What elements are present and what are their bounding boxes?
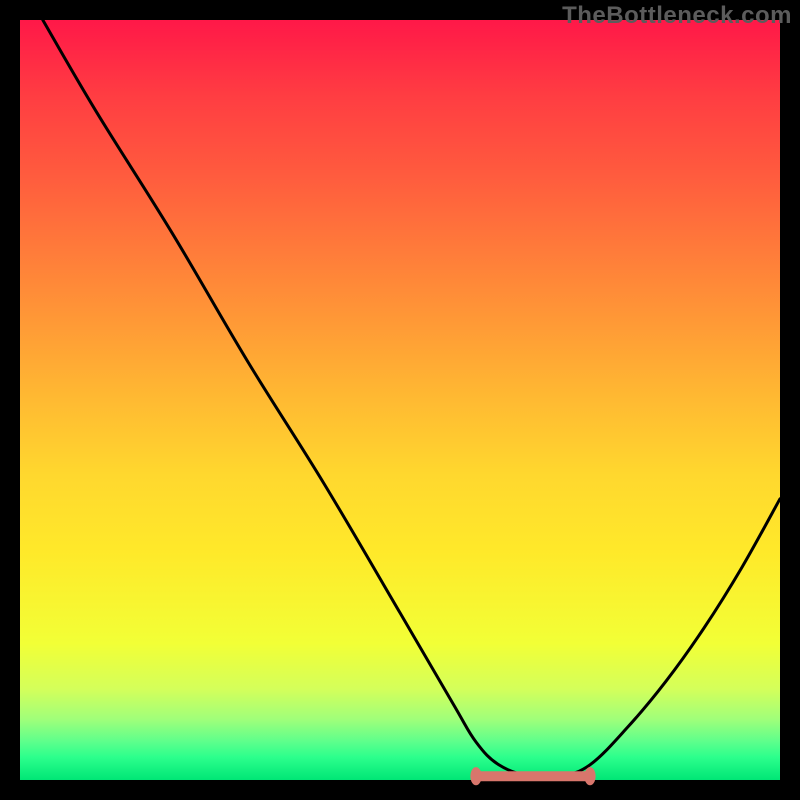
- bottleneck-curve: [43, 20, 780, 778]
- watermark-text: TheBottleneck.com: [562, 2, 792, 30]
- optimal-band-marker: [470, 767, 595, 785]
- chart-overlay: [20, 20, 780, 780]
